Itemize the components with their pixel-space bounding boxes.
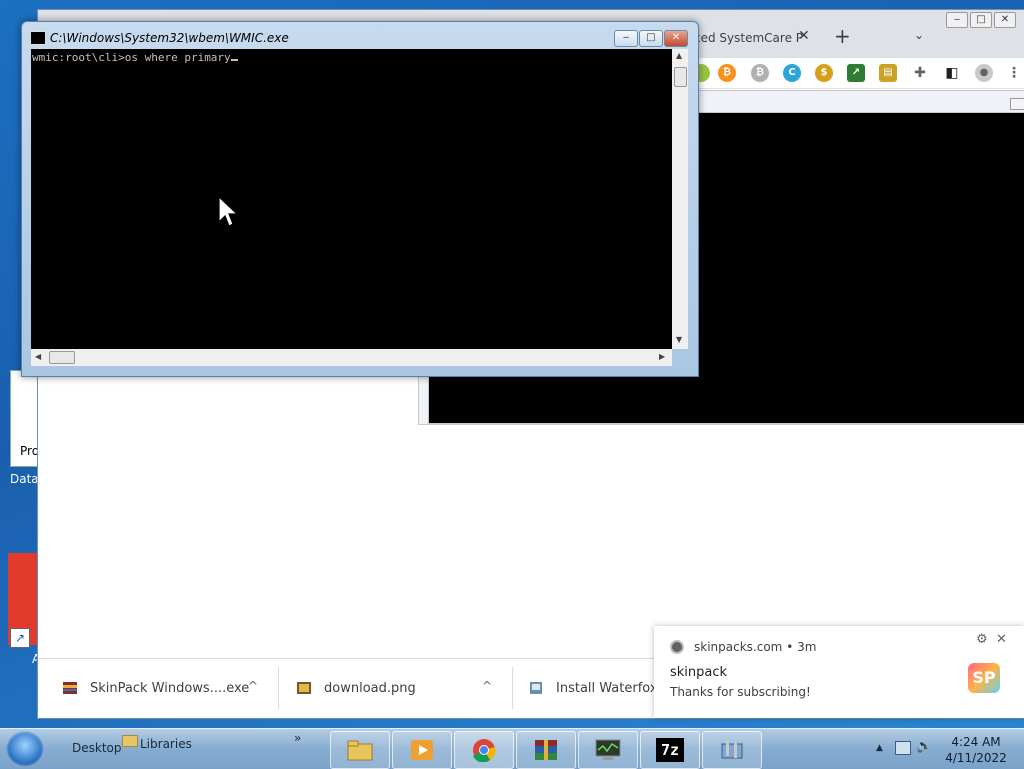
horizontal-scrollbar[interactable]: ◀ ▶ <box>31 349 672 366</box>
volume-icon[interactable]: 🔈 <box>916 739 932 754</box>
console-app-icon <box>30 31 46 45</box>
download-filename: download.png <box>324 680 416 696</box>
close-button[interactable]: ✕ <box>664 30 688 47</box>
shortcut-arrow-icon: ↗ <box>10 628 30 648</box>
console-output[interactable]: wmic:root\cli>os where primary <box>31 49 672 349</box>
libraries-toolbar-label[interactable]: Libraries <box>140 737 192 751</box>
download-item[interactable]: SkinPack Windows....exe <box>62 659 249 717</box>
minimize-button[interactable]: ‒ <box>614 30 638 47</box>
notification-toast[interactable]: skinpacks.com • 3m ⚙ ✕ skinpack Thanks f… <box>654 626 1024 718</box>
scroll-left-arrow-icon[interactable]: ◀ <box>35 352 41 361</box>
taskbar-chrome[interactable] <box>454 731 514 769</box>
download-filename: Install Waterfox.e <box>556 680 670 696</box>
window-title: C:\Windows\System32\wbem\WMIC.exe <box>50 31 289 45</box>
download-filename: SkinPack Windows....exe <box>90 680 250 696</box>
download-item[interactable]: Install Waterfox.e <box>528 659 670 717</box>
installer-icon <box>63 682 77 694</box>
clock-date: 4/11/2022 <box>945 751 1007 765</box>
console-command: os where primary <box>124 51 231 64</box>
vertical-scrollbar[interactable]: ▲ ▼ <box>672 49 688 349</box>
7zip-icon: 7z <box>656 738 684 762</box>
image-file-icon <box>297 682 311 694</box>
bitcoin-gray-extension-icon[interactable]: ₿ <box>751 64 769 82</box>
notification-site: skinpacks.com <box>694 640 783 654</box>
notification-message: Thanks for subscribing! <box>670 685 811 699</box>
c-extension-icon[interactable]: C <box>783 64 801 82</box>
notification-title: skinpack <box>670 665 728 680</box>
network-icon[interactable] <box>895 741 911 755</box>
maximize-button[interactable]: □ <box>639 30 663 47</box>
taskbar-monitor-app[interactable] <box>578 731 638 769</box>
taskbar: Desktop Libraries » 7z ▲ 🔈 4:24 AM 4/11/… <box>0 728 1024 769</box>
scroll-up-arrow-icon[interactable]: ▲ <box>676 51 682 60</box>
winrar-icon <box>535 740 557 760</box>
more-menu-icon[interactable]: ⋮ <box>1005 64 1023 82</box>
monitor-app-icon <box>595 739 621 760</box>
taskbar-7zip[interactable]: 7z <box>640 731 700 769</box>
notification-close-icon[interactable]: ✕ <box>996 632 1007 647</box>
control-panel-icon <box>721 740 743 759</box>
chrome-icon <box>473 739 496 762</box>
tab-search-button[interactable]: ⌄ <box>914 28 924 42</box>
bitcoin-extension-icon[interactable]: ₿ <box>718 64 736 82</box>
browser-minimize-button[interactable]: ‒ <box>946 12 968 28</box>
browser-close-button[interactable]: ✕ <box>994 12 1016 28</box>
scroll-down-arrow-icon[interactable]: ▼ <box>676 335 682 344</box>
download-item[interactable]: download.png <box>296 659 416 717</box>
embedded-window-control[interactable] <box>1010 98 1024 110</box>
profile-avatar-icon[interactable]: ● <box>975 64 993 82</box>
file-explorer-icon <box>347 740 373 761</box>
browser-maximize-button[interactable]: □ <box>970 12 992 28</box>
notification-source: skinpacks.com • 3m <box>694 640 816 654</box>
taskbar-clock[interactable]: 4:24 AM 4/11/2022 <box>936 734 1016 766</box>
divider <box>278 667 279 709</box>
download-options-caret-icon[interactable]: ^ <box>248 679 258 693</box>
taskbar-file-explorer[interactable] <box>330 731 390 769</box>
scroll-right-arrow-icon[interactable]: ▶ <box>659 352 665 361</box>
media-player-icon <box>411 740 433 760</box>
text-cursor <box>230 59 238 61</box>
vertical-scroll-thumb[interactable] <box>674 67 687 87</box>
notification-time: 3m <box>797 640 817 654</box>
download-options-caret-icon[interactable]: ^ <box>482 679 492 693</box>
desktop-toolbar-label[interactable]: Desktop <box>72 741 122 755</box>
new-tab-button[interactable]: + <box>834 24 851 48</box>
start-button[interactable] <box>6 731 44 767</box>
installer-icon <box>530 682 542 694</box>
puzzle-extensions-icon[interactable]: ✚ <box>911 64 929 82</box>
mouse-cursor-icon <box>218 196 238 227</box>
divider <box>512 667 513 709</box>
sidebar-icon[interactable]: ◧ <box>943 64 961 82</box>
desktop-label-pro[interactable]: Pro <box>20 444 39 458</box>
gold-extension-icon[interactable]: ▤ <box>879 64 897 82</box>
taskbar-media-player[interactable] <box>392 731 452 769</box>
chart-extension-icon[interactable]: ↗ <box>847 64 865 82</box>
coin-extension-icon[interactable]: $ <box>815 64 833 82</box>
notification-settings-icon[interactable]: ⚙ <box>976 632 988 647</box>
console-prompt: wmic:root\cli> <box>32 51 125 64</box>
taskbar-winrar[interactable] <box>516 731 576 769</box>
toolbar-overflow-icon[interactable]: » <box>294 731 301 745</box>
show-hidden-icons-icon[interactable]: ▲ <box>876 743 883 753</box>
clock-time: 4:24 AM <box>951 735 1001 749</box>
notification-separator: • <box>786 640 794 654</box>
taskbar-control-panel[interactable] <box>702 731 762 769</box>
tab-close-icon[interactable]: ✕ <box>798 28 810 44</box>
libraries-folder-icon <box>122 735 138 747</box>
chrome-icon <box>670 640 684 654</box>
horizontal-scroll-thumb[interactable] <box>49 351 75 364</box>
skinpack-logo: SP <box>968 663 1000 693</box>
wmic-console-window[interactable]: C:\Windows\System32\wbem\WMIC.exe ‒ □ ✕ … <box>21 21 699 377</box>
